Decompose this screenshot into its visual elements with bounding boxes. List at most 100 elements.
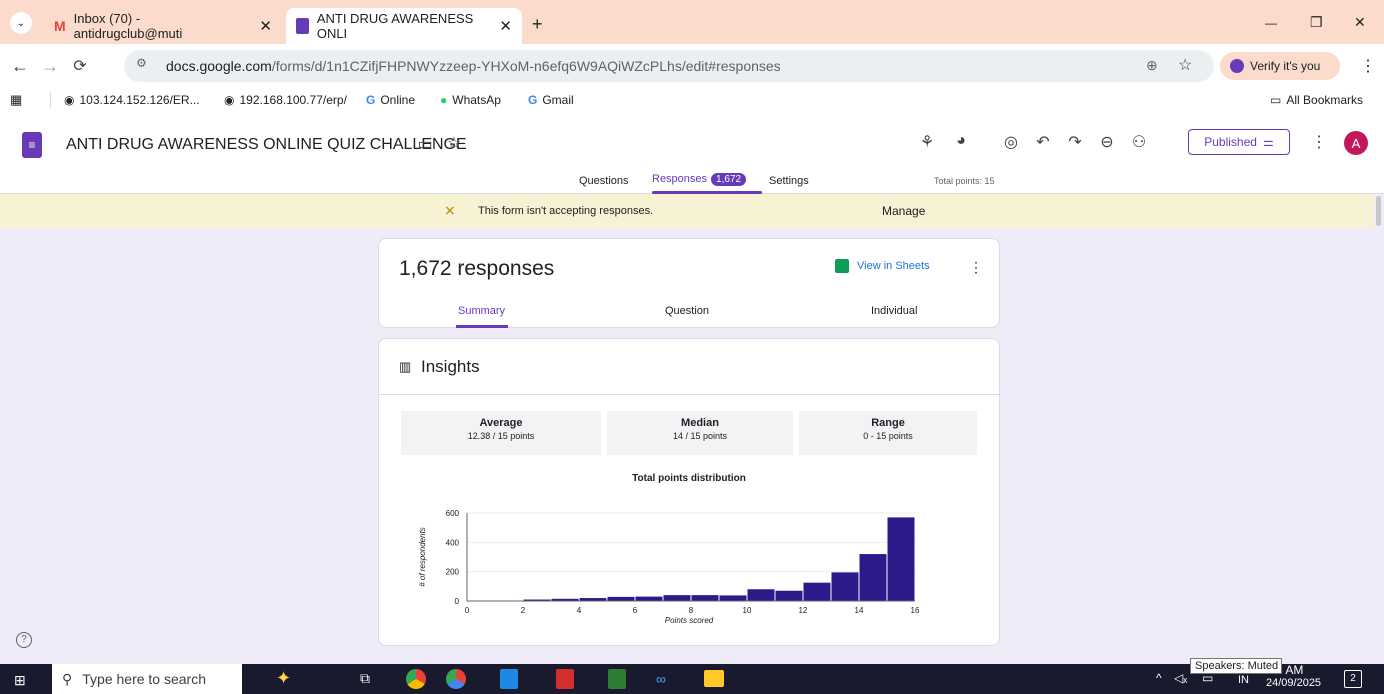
responses-count-badge: 1,672 — [711, 173, 747, 186]
publisher-icon[interactable] — [500, 669, 518, 689]
url-path: /forms/d/1n1CZifjFHPNWYzzeep-YHXoM-n6efq… — [271, 58, 781, 74]
x-tick-label: 16 — [911, 606, 920, 615]
language-indicator[interactable]: IN — [1238, 674, 1249, 686]
bookmark-item[interactable]: ◉ 103.124.152.126/ER... — [64, 88, 200, 112]
undo-icon[interactable]: ↶ — [1032, 132, 1054, 152]
preview-eye-icon[interactable]: ◎ — [1000, 132, 1022, 152]
reload-icon[interactable]: ⟳ — [66, 44, 94, 88]
addon-icon[interactable]: ⚘ — [916, 132, 938, 152]
site-info-icon[interactable]: ⚙ — [136, 56, 147, 70]
taskbar: ⊞ ⚲ Type here to search ✦ ⧉ ∞ ^ ◁ₓ ▭ IN … — [0, 663, 1384, 694]
verify-button[interactable]: Verify it's you — [1220, 52, 1340, 80]
sheets-icon — [835, 259, 849, 273]
folder-icon[interactable]: ▭ — [414, 134, 436, 154]
bar — [775, 590, 803, 601]
forms-logo-icon[interactable]: ≡ — [22, 132, 42, 158]
tab-questions[interactable]: Questions — [579, 175, 629, 187]
minimize-button[interactable]: — — [1265, 16, 1277, 30]
more-menu-icon[interactable]: ⋮ — [1308, 132, 1330, 152]
average-label: Average — [479, 417, 523, 429]
verify-label: Verify it's you — [1250, 59, 1321, 73]
subtab-individual[interactable]: Individual — [871, 305, 917, 317]
bar — [635, 596, 663, 601]
page-scrollbar[interactable] — [1376, 196, 1381, 226]
bar — [691, 595, 719, 601]
x-tick-label: 10 — [743, 606, 752, 615]
url-host: docs.google.com — [166, 58, 272, 74]
x-tick-label: 14 — [855, 606, 864, 615]
x-tick-label: 12 — [799, 606, 808, 615]
manage-link[interactable]: Manage — [882, 204, 925, 218]
forward-arrow-icon[interactable]: → — [36, 44, 64, 88]
star-icon[interactable]: ☆ — [443, 133, 465, 153]
acrobat-icon[interactable] — [556, 669, 574, 689]
notice-banner: ⨯ This form isn't accepting responses. M… — [0, 194, 1374, 228]
chart-title: Total points distribution — [632, 473, 746, 484]
url-input[interactable]: ⚙ docs.google.com/forms/d/1n1CZifjFHPNWY… — [124, 50, 1214, 82]
clock-date[interactable]: 24/09/2025 — [1266, 677, 1321, 689]
link-icon[interactable]: ⊖ — [1096, 132, 1118, 152]
responses-more-icon[interactable]: ⋮ — [969, 259, 983, 276]
speakers-tooltip: Speakers: Muted — [1190, 658, 1282, 674]
bookmark-item[interactable]: ● WhatsAp — [440, 88, 501, 112]
task-view-icon[interactable]: ⧉ — [360, 670, 370, 687]
meet-icon[interactable]: ∞ — [656, 671, 666, 687]
tab-gmail[interactable]: M Inbox (70) - antidrugclub@muti ✕ — [44, 8, 282, 44]
bar — [803, 582, 831, 601]
tab-settings[interactable]: Settings — [769, 175, 809, 187]
responses-count-title: 1,672 responses — [399, 257, 555, 280]
x-axis-label: Points scored — [665, 616, 714, 625]
tray-chevron-icon[interactable]: ^ — [1156, 671, 1162, 685]
bookmark-item[interactable]: G Gmail — [528, 88, 574, 112]
notification-icon[interactable]: 2 — [1344, 670, 1362, 688]
copilot-icon[interactable]: ✦ — [276, 668, 291, 689]
folder-icon: ▭ — [1270, 93, 1282, 107]
bar — [831, 572, 859, 601]
settings-sliders-icon: ⚌ — [1262, 135, 1274, 149]
add-collaborator-icon[interactable]: ⚇ — [1128, 132, 1150, 152]
maximize-button[interactable]: ❐ — [1310, 14, 1323, 31]
chrome-profile-icon[interactable] — [446, 669, 466, 689]
close-tab-icon[interactable]: ✕ — [499, 17, 512, 35]
published-label: Published — [1204, 135, 1257, 149]
bookmark-item[interactable]: ◉ 192.168.100.77/erp/ — [224, 88, 347, 112]
tab-responses[interactable]: Responses 1,672 — [652, 173, 762, 194]
subtab-question[interactable]: Question — [665, 305, 709, 317]
subtab-summary[interactable]: Summary — [458, 305, 505, 317]
excel-icon[interactable] — [608, 669, 626, 689]
tab-list-chevron-icon[interactable]: ⌄ — [10, 12, 32, 34]
form-title[interactable]: ANTI DRUG AWARENESS ONLINE QUIZ CHALLENG… — [66, 136, 467, 154]
apps-grid-icon[interactable]: ▦ — [10, 88, 22, 112]
zoom-icon[interactable]: ⊕ — [1146, 57, 1158, 74]
file-explorer-icon[interactable] — [704, 670, 724, 687]
chrome-icon[interactable] — [406, 669, 426, 689]
new-tab-button[interactable]: + — [532, 14, 543, 35]
all-bookmarks[interactable]: ▭ All Bookmarks — [1270, 88, 1363, 112]
view-in-sheets-button[interactable]: View in Sheets — [835, 259, 930, 273]
x-tick-label: 6 — [633, 606, 638, 615]
palette-icon[interactable]: ◕ — [950, 132, 972, 150]
back-arrow-icon[interactable]: ← — [6, 44, 34, 88]
y-tick-label: 0 — [455, 597, 460, 606]
redo-icon[interactable]: ↷ — [1064, 132, 1086, 152]
y-tick-label: 400 — [446, 538, 460, 547]
published-button[interactable]: Published ⚌ — [1188, 129, 1290, 155]
avatar[interactable]: A — [1344, 131, 1368, 155]
close-window-button[interactable]: ✕ — [1354, 14, 1366, 31]
close-tab-icon[interactable]: ✕ — [259, 17, 272, 35]
google-icon: G — [366, 93, 376, 107]
average-value: 12.38 / 15 points — [467, 431, 535, 441]
form-header: ≡ ANTI DRUG AWARENESS ONLINE QUIZ CHALLE… — [0, 112, 1384, 194]
responses-card: 1,672 responses View in Sheets ⋮ Summary… — [378, 238, 1000, 328]
speaker-muted-icon[interactable]: ◁ₓ — [1174, 671, 1187, 685]
tab-form[interactable]: ANTI DRUG AWARENESS ONLI ✕ — [286, 8, 522, 44]
x-tick-label: 0 — [465, 606, 470, 615]
google-icon: G — [528, 93, 538, 107]
taskbar-search[interactable]: ⚲ Type here to search — [52, 664, 242, 694]
windows-start-icon[interactable]: ⊞ — [14, 672, 26, 689]
browser-menu-icon[interactable]: ⋮ — [1360, 56, 1376, 76]
help-icon[interactable]: ? — [16, 632, 32, 648]
bookmark-star-icon[interactable]: ☆ — [1178, 55, 1192, 75]
bookmark-item[interactable]: G Online — [366, 88, 415, 112]
insights-icon: ▥ — [399, 359, 412, 374]
